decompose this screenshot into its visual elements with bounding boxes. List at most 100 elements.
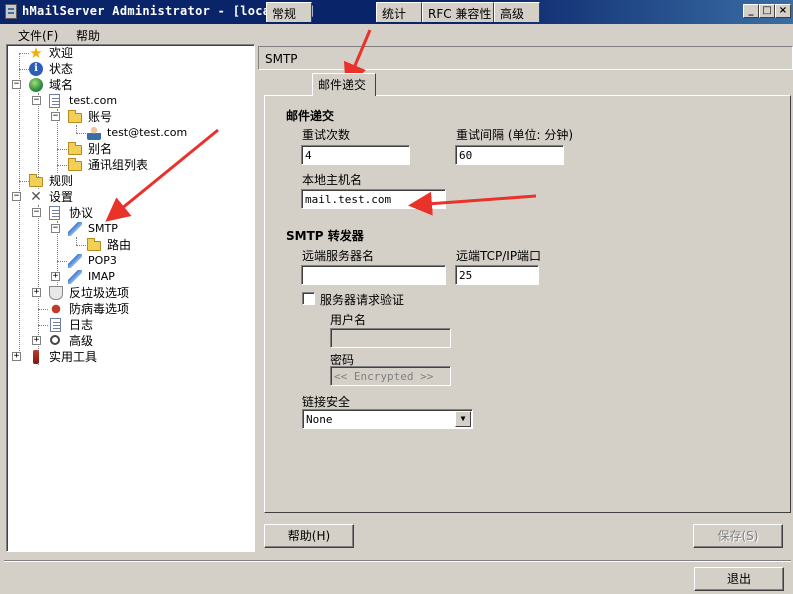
collapse-icon[interactable]: − [51,112,60,121]
connection-security-label: 链接安全 [302,395,351,409]
domain-icon [49,94,60,108]
close-button[interactable]: × [775,4,791,18]
user-icon [87,126,101,140]
info-icon: i [29,62,43,76]
auth-checkbox[interactable] [302,292,315,305]
tree-item-label: test@test.com [107,126,188,139]
collapse-icon[interactable]: − [32,96,41,105]
tree-item-domain[interactable]: − test.com [29,93,149,109]
tree-item-label: 高级 [69,334,94,348]
tree-item-domains[interactable]: − 域名 [9,77,129,93]
menu-help[interactable]: 帮助 [76,27,100,44]
folder-icon [87,238,101,251]
feather-icon [68,222,82,236]
remote-port-input[interactable]: 25 [455,265,539,285]
tree-item-utilities[interactable]: + 实用工具 [9,349,129,365]
tree-item-label: 防病毒选项 [69,302,130,316]
tab-rfc-compliance[interactable]: RFC 兼容性 [422,2,494,22]
tree-item-label: 账号 [88,110,113,124]
log-icon [50,318,61,332]
tree-item-antispam[interactable]: + 反垃圾选项 [29,285,169,301]
collapse-icon[interactable]: − [51,224,60,233]
server-icon [5,4,17,19]
retry-interval-input[interactable]: 60 [455,145,564,165]
navigation-tree[interactable]: ★ 欢迎 i 状态 − 域名 − test.com − 账号 test@test… [6,44,255,552]
chevron-down-icon[interactable]: ▼ [455,411,471,427]
username-input[interactable] [330,328,451,348]
panel-title: SMTP [265,52,298,66]
folder-icon [68,142,82,155]
tree-item-antivirus[interactable]: 防病毒选项 [49,301,169,317]
auth-label: 服务器请求验证 [320,293,405,307]
expand-icon[interactable]: + [32,336,41,345]
save-button[interactable]: 保存(S) [693,524,783,548]
retries-input[interactable]: 4 [301,145,410,165]
menu-file[interactable]: 文件(F) [18,27,58,44]
connection-security-value: None [306,413,333,426]
remote-server-input[interactable] [301,265,446,285]
expand-icon[interactable]: + [32,288,41,297]
maximize-button[interactable]: □ [759,4,775,18]
tree-item-label: 设置 [49,190,74,204]
tree-item-label: 日志 [69,318,94,332]
tree-item-aliases[interactable]: 别名 [68,141,188,157]
section-relay-title: SMTP 转发器 [286,229,364,243]
collapse-icon[interactable]: − [12,80,21,89]
tab-delivery[interactable]: 邮件递交 [312,73,376,96]
tree-item-distribution-lists[interactable]: 通讯组列表 [68,157,218,173]
tab-statistics[interactable]: 统计 [376,2,422,22]
local-hostname-label: 本地主机名 [302,173,363,187]
password-input[interactable]: << Encrypted >> [330,366,451,386]
panel-header: SMTP [258,46,793,70]
protocols-icon [49,206,60,220]
tree-item-label: 实用工具 [49,350,98,364]
tools-icon: ✕ [30,189,42,205]
tree-item-label: IMAP [88,270,115,283]
retry-interval-label: 重试间隔 (单位: 分钟) [456,128,574,142]
tree-item-label: 协议 [69,206,94,220]
tree-item-label: POP3 [88,254,117,267]
tree-item-label: 规则 [49,174,74,188]
separator [4,560,791,562]
tree-item-account[interactable]: test@test.com [87,125,237,141]
local-hostname-input[interactable]: mail.test.com [301,189,446,209]
collapse-icon[interactable]: − [12,192,21,201]
tree-item-imap[interactable]: + IMAP [48,269,168,285]
antispam-icon [49,286,63,300]
section-delivery-title: 邮件递交 [286,109,335,123]
tree-item-label: 路由 [107,238,132,252]
feather-icon [68,270,82,284]
main-window: hMailServer Administrator - [localhost] … [0,0,793,594]
tree-item-advanced[interactable]: + 高级 [29,333,149,349]
folder-icon [29,174,43,187]
tree-item-label: test.com [69,94,118,107]
menu-bar: 文件(F) 帮助 [0,24,793,44]
utilities-icon [33,350,39,364]
tree-item-accounts[interactable]: − 账号 [48,109,168,125]
remote-server-label: 远端服务器名 [302,249,375,263]
tab-general[interactable]: 常规 [266,2,312,22]
tab-advanced[interactable]: 高级 [494,2,540,22]
exit-button[interactable]: 退出 [694,567,784,591]
connection-security-select[interactable]: None ▼ [302,409,473,429]
tree-item-label: 别名 [88,142,113,156]
tree-item-protocols[interactable]: − 协议 [29,205,149,221]
tree-item-label: 欢迎 [49,46,74,60]
folder-icon [68,110,82,123]
expand-icon[interactable]: + [12,352,21,361]
globe-icon [29,78,43,92]
feather-icon [68,254,82,268]
tree-item-smtp[interactable]: − SMTP [48,221,168,237]
help-button[interactable]: 帮助(H) [264,524,354,548]
tree-item-label: 通讯组列表 [88,158,149,172]
retries-label: 重试次数 [302,128,351,142]
collapse-icon[interactable]: − [32,208,41,217]
star-icon: ★ [29,44,43,62]
magnifier-icon [50,335,60,345]
minimize-button[interactable]: _ [743,4,759,18]
tree-item-label: SMTP [88,222,118,235]
tree-item-settings[interactable]: − ✕ 设置 [9,189,129,205]
expand-icon[interactable]: + [51,272,60,281]
virus-icon [49,302,63,316]
tree-item-label: 反垃圾选项 [69,286,130,300]
